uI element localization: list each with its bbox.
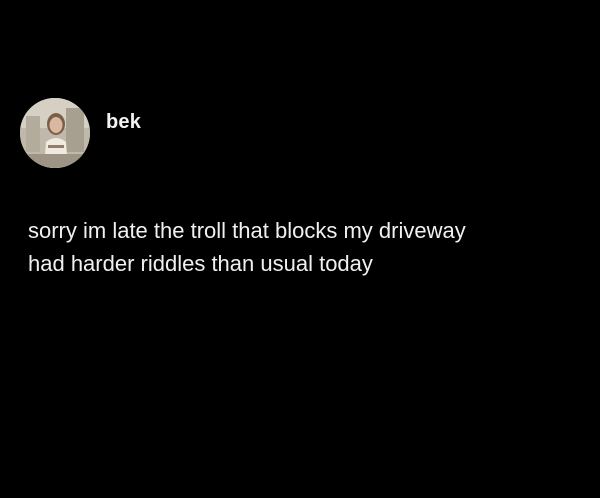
avatar[interactable] (20, 98, 90, 168)
username[interactable]: bek (106, 111, 141, 134)
profile-photo-icon (20, 98, 90, 168)
post-header: bek (20, 98, 141, 168)
post-text: sorry im late the troll that blocks my d… (28, 218, 466, 276)
post-card: bek sorry im late the troll that blocks … (0, 0, 600, 498)
